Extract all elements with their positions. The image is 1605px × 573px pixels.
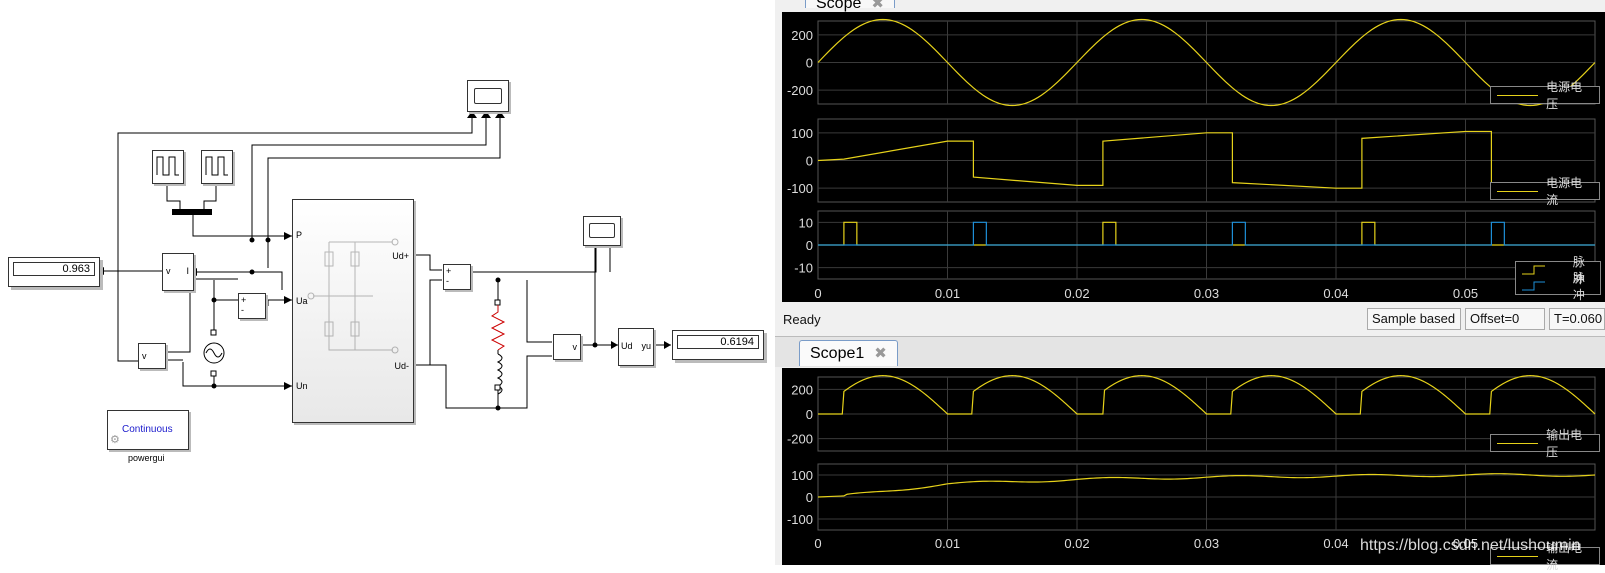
status-sample-mode: Sample based (1367, 308, 1461, 330)
y-tick-label: 200 (791, 382, 813, 397)
legend-voltage-src: 电源电压 (1490, 80, 1600, 111)
scope-bottom-axes: 2000-2000 0.01 0.02 0.03 0.04 0.051000-100 (787, 375, 1596, 551)
scope1-tab-strip (775, 336, 1605, 367)
v-out-label: v (572, 342, 578, 352)
legend-label-voltage-src: 电源电压 (1546, 80, 1583, 111)
legend-label-output-voltage: 输出电压 (1546, 428, 1583, 459)
model-canvas[interactable]: P Ua Un Ud+ Ud- 0.963 v I + - v + - v Ud… (0, 0, 775, 565)
tab-scope1[interactable]: Scope1 ✖ (799, 340, 898, 366)
y-tick-label: 0 (806, 407, 813, 422)
scope-top-plot-area: 200 0 -200 100 0 -100 0 0.01 0.02 0.03 0.04 0.05 10 0… (782, 12, 1605, 302)
x-tick-label: 0.01 (935, 536, 960, 551)
bridge-circuit-icon (307, 238, 399, 354)
powergui-block[interactable]: Continuous ⚙ (107, 410, 189, 450)
voltage-measure-block-out[interactable]: v (553, 334, 581, 360)
voltage-measure-block-ud[interactable]: + - (443, 264, 471, 290)
x-tick-label: 0.01 (935, 286, 960, 301)
vi-i-label: I (186, 266, 189, 276)
x-tick-label: 0 (814, 286, 821, 301)
scope-top-axes: 2000-2001000-1000 0.01 0.02 0.03 0.04 0.05100… (787, 18, 1596, 301)
pulse-generator-1[interactable] (152, 150, 184, 184)
y-tick-label: 100 (791, 126, 813, 141)
thyristor-bridge-subsystem[interactable]: P Ua Un Ud+ Ud- (292, 199, 414, 423)
y-tick-label: 0 (806, 56, 813, 71)
close-icon[interactable]: ✖ (874, 345, 887, 362)
display-right-value: 0.6194 (677, 335, 759, 349)
voltage-measure-block-left[interactable]: v (138, 343, 166, 369)
y-tick-label: -10 (794, 261, 813, 276)
y-tick-label: -200 (787, 83, 813, 98)
y-tick-label: 0 (806, 490, 813, 505)
powergui-mode: Continuous (122, 424, 173, 435)
tab-scope1-label: Scope1 (810, 345, 865, 362)
x-tick-label: 0.02 (1064, 286, 1089, 301)
x-tick-label: 0.03 (1194, 536, 1219, 551)
legend-pulses: 脉冲 脉冲 (1515, 255, 1601, 302)
y-tick-label: 10 (799, 215, 813, 230)
x-tick-label: 0.02 (1064, 536, 1089, 551)
status-time: T=0.060 (1549, 308, 1605, 330)
powergui-icon: ⚙ (110, 434, 120, 446)
scope-top-status-bar: Ready Sample based Offset=0 T=0.060 (775, 306, 1605, 332)
display-left-value: 0.963 (13, 262, 95, 276)
scope-block[interactable] (467, 80, 509, 112)
y-tick-label: -100 (787, 512, 813, 527)
watermark: https://blog.csdn.net/lushoumin (1360, 537, 1581, 554)
x-tick-label: 0.04 (1323, 536, 1348, 551)
status-ready: Ready (783, 312, 821, 327)
v-label: v (142, 351, 147, 361)
vi-measurement-block[interactable]: v I (162, 253, 194, 291)
scope-panel: Scope ✖ 200 0 -200 100 0 -100 0 0.01 0.02 0.03 0.04… (775, 0, 1605, 572)
scope1-block[interactable] (583, 216, 621, 246)
legend-current-src: 电源电流 (1490, 176, 1600, 207)
close-icon[interactable]: ✖ (871, 0, 884, 12)
x-tick-label: 0.05 (1453, 286, 1478, 301)
y-tick-label: 0 (806, 238, 813, 253)
x-tick-label: 0 (814, 536, 821, 551)
mux-bar (172, 209, 212, 215)
scope-bottom-plot-area: 200 0 -200 0 0.01 0.02 0.03 0.04 0.05 100 0 -100 输出… (782, 368, 1605, 572)
x-tick-label: 0.03 (1194, 286, 1219, 301)
pulse-generator-2[interactable] (201, 150, 233, 184)
sum-block-1[interactable]: + - (238, 293, 266, 319)
y-tick-label: -200 (787, 432, 813, 447)
tab-scope[interactable]: Scope ✖ (805, 0, 895, 12)
powergui-label: powergui (128, 453, 165, 463)
y-tick-label: 100 (791, 468, 813, 483)
legend-output-voltage: 输出电压 (1490, 428, 1600, 459)
ud-yu-fcn-block[interactable]: Ud yu (618, 328, 654, 366)
legend-label-pulse-2: 脉冲 (1572, 271, 1585, 302)
tab-scope-label: Scope (816, 0, 862, 12)
ud-label: Ud (621, 341, 633, 351)
pulse-icon (205, 156, 228, 176)
y-tick-label: 200 (791, 28, 813, 43)
x-tick-label: 0.04 (1323, 286, 1348, 301)
y-tick-label: -100 (787, 181, 813, 196)
status-offset: Offset=0 (1465, 308, 1545, 330)
display-right[interactable]: 0.6194 (672, 330, 764, 360)
legend-label-current-src: 电源电流 (1546, 176, 1583, 207)
display-left[interactable]: 0.963 (8, 257, 100, 287)
yu-label: yu (641, 341, 651, 351)
vi-v-label: v (166, 266, 171, 276)
y-tick-label: 0 (806, 154, 813, 169)
pulse-icon (156, 156, 179, 176)
